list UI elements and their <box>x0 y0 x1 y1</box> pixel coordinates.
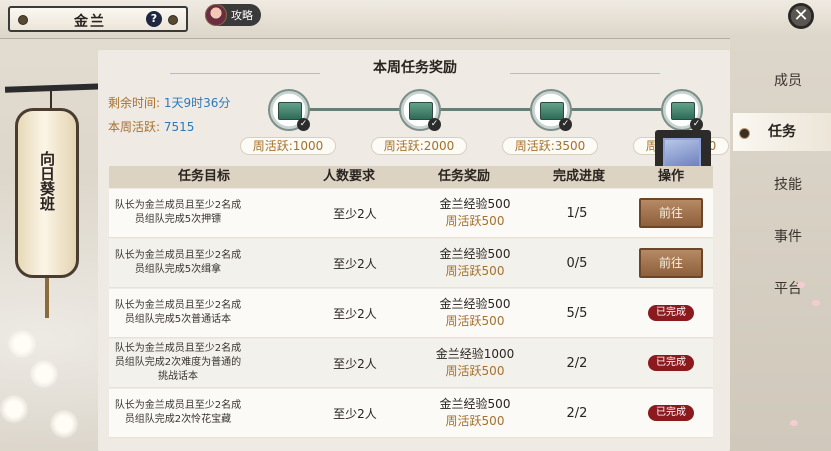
weekly-reward-title: 本周任务奖励 <box>170 57 660 77</box>
tab-members[interactable]: 成员 <box>758 62 818 100</box>
chest-icon <box>278 102 302 120</box>
top-bar: 金兰 ? 攻略 ✕ <box>0 0 831 39</box>
activity-value: 7515 <box>163 120 195 134</box>
close-icon[interactable]: ✕ <box>788 3 814 29</box>
reward-activity: 周活跃500 <box>445 314 505 328</box>
people-requirement: 至少2人 <box>333 206 377 221</box>
tab-events[interactable]: 事件 <box>758 218 818 256</box>
table-row: 队长为金兰成员且至少2名成员组队完成5次普通话本 至少2人 金兰经验500 周活… <box>109 289 713 338</box>
check-icon: ✓ <box>559 118 572 131</box>
reward-exp: 金兰经验500 <box>439 197 511 211</box>
action-cell: 前往 <box>629 189 713 237</box>
go-button[interactable]: 前往 <box>639 248 703 278</box>
completed-badge: 已完成 <box>648 355 694 371</box>
go-button[interactable]: 前往 <box>639 198 703 228</box>
reward-exp: 金兰经验500 <box>439 247 511 261</box>
action-cell: 已完成 <box>629 339 713 387</box>
reward-chest-1[interactable]: ✓ <box>268 89 310 131</box>
reward-chest-2[interactable]: ✓ <box>399 89 441 131</box>
column-header: 任务目标 <box>177 169 230 184</box>
guide-label: 攻略 <box>231 9 253 22</box>
flower-decoration <box>0 395 28 423</box>
people-requirement: 至少2人 <box>333 406 377 421</box>
column-header: 操作 <box>657 169 684 184</box>
table-row: 队长为金兰成员且至少2名成员组队完成2次怜花宝藏 至少2人 金兰经验500 周活… <box>109 389 713 438</box>
action-cell: 已完成 <box>629 289 713 337</box>
reward-activity: 周活跃500 <box>445 214 505 228</box>
people-requirement: 至少2人 <box>333 256 377 271</box>
column-header: 人数要求 <box>322 169 375 184</box>
task-goal: 队长为金兰成员且至少2名成员组队完成2次怜花宝藏 <box>114 400 242 425</box>
ornament-icon <box>18 15 28 25</box>
guild-title-plate: 金兰 ? <box>8 6 188 32</box>
remaining-value: 1天9时36分 <box>163 96 231 110</box>
reward-exp: 金兰经验500 <box>439 297 511 311</box>
task-progress: 5/5 <box>566 305 588 321</box>
reward-exp: 金兰经验500 <box>439 397 511 411</box>
reward-activity: 周活跃500 <box>445 414 505 428</box>
reward-activity: 周活跃500 <box>445 364 505 378</box>
ornament-icon <box>168 15 178 25</box>
completed-badge: 已完成 <box>648 405 694 421</box>
guild-lantern: 向日葵班 <box>15 108 79 278</box>
flower-decoration <box>50 410 78 438</box>
flower-decoration <box>30 360 58 388</box>
table-row: 队长为金兰成员且至少2名成员组队完成5次缉拿 至少2人 金兰经验500 周活跃5… <box>109 239 713 288</box>
reward-activity: 周活跃500 <box>445 264 505 278</box>
lantern-tassel <box>45 278 49 318</box>
reward-exp: 金兰经验1000 <box>435 347 515 361</box>
petal-decoration <box>812 300 820 306</box>
table-row: 队长为金兰成员且至少2名成员组队完成2次难度为普通的挑战话本 至少2人 金兰经验… <box>109 339 713 388</box>
check-icon: ✓ <box>428 118 441 131</box>
tab-skills[interactable]: 技能 <box>758 166 818 204</box>
people-requirement: 至少2人 <box>333 306 377 321</box>
avatar <box>205 4 227 26</box>
chest-icon <box>671 102 695 120</box>
flower-decoration <box>8 330 36 358</box>
column-header: 任务奖励 <box>437 169 490 184</box>
tab-platform[interactable]: 平台 <box>758 270 818 308</box>
action-cell: 已完成 <box>629 389 713 437</box>
milestone-label: 周活跃:1000 <box>240 137 336 155</box>
remaining-label: 剩余时间: <box>108 96 161 110</box>
completed-badge: 已完成 <box>648 305 694 321</box>
chest-icon <box>409 102 433 120</box>
lantern-rope <box>50 90 52 110</box>
table-row: 队长为金兰成员且至少2名成员组队完成5次押镖 至少2人 金兰经验500 周活跃5… <box>109 189 713 238</box>
petal-decoration <box>790 420 798 426</box>
task-goal: 队长为金兰成员且至少2名成员组队完成5次缉拿 <box>114 250 242 275</box>
reward-chest-3[interactable]: ✓ <box>530 89 572 131</box>
task-goal: 队长为金兰成员且至少2名成员组队完成5次普通话本 <box>114 300 242 325</box>
table-header: 任务目标 人数要求 任务奖励 完成进度 操作 <box>109 166 713 188</box>
check-icon: ✓ <box>297 118 310 131</box>
task-progress: 2/2 <box>566 405 588 421</box>
task-goal: 队长为金兰成员且至少2名成员组队完成2次难度为普通的挑战话本 <box>114 343 242 382</box>
guild-name: 向日葵班 <box>38 151 56 211</box>
active-tab-indicator-icon <box>739 128 750 139</box>
task-progress: 0/5 <box>566 255 588 271</box>
column-header: 完成进度 <box>552 169 605 184</box>
activity-progress-track <box>290 108 690 111</box>
task-progress: 2/2 <box>566 355 588 371</box>
milestone-label: 周活跃:3500 <box>502 137 598 155</box>
activity-label: 本周活跃: <box>108 120 161 134</box>
people-requirement: 至少2人 <box>333 356 377 371</box>
weekly-activity: 本周活跃: 7515 <box>108 118 194 135</box>
milestone-label: 周活跃:2000 <box>371 137 467 155</box>
chest-icon <box>540 102 564 120</box>
help-icon[interactable]: ? <box>146 11 162 27</box>
remaining-time: 剩余时间: 1天9时36分 <box>108 94 230 111</box>
task-progress: 1/5 <box>566 205 588 221</box>
reward-chest-4[interactable]: ✓ <box>661 89 703 131</box>
petal-decoration <box>797 282 805 288</box>
task-goal: 队长为金兰成员且至少2名成员组队完成5次押镖 <box>114 200 242 225</box>
page-title: 金兰 <box>74 14 106 30</box>
guide-button[interactable]: 攻略 <box>205 4 261 26</box>
action-cell: 前往 <box>629 239 713 287</box>
